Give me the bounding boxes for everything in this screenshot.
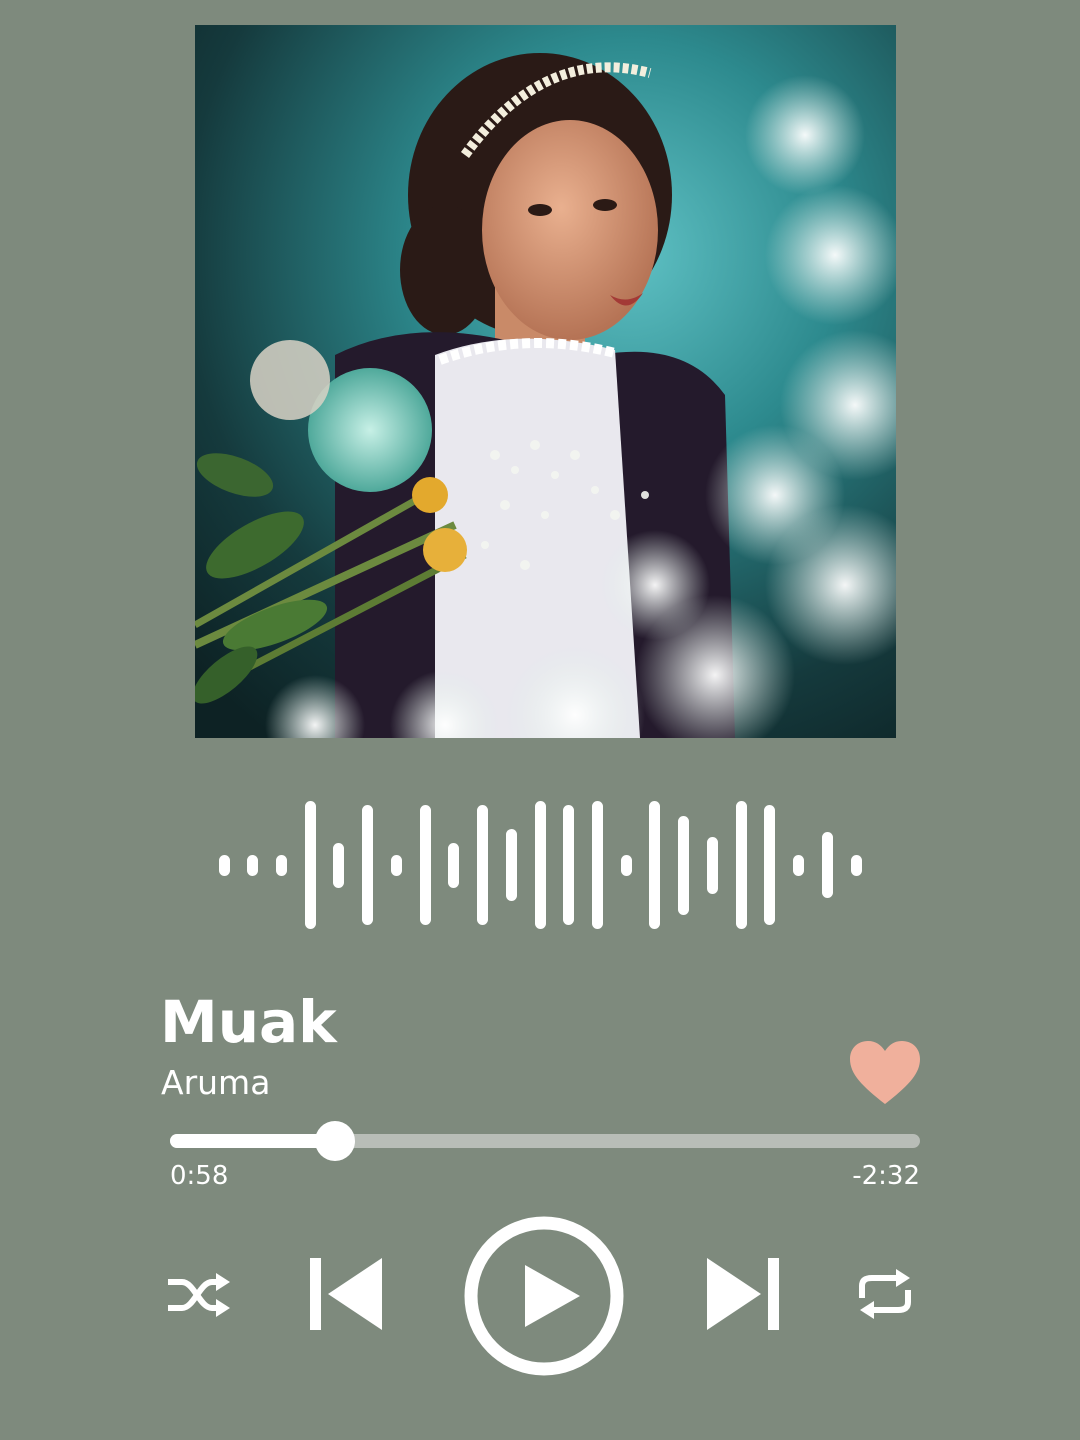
remaining-time: -2:32	[852, 1161, 920, 1191]
waveform-bar	[448, 842, 460, 888]
waveform-bar	[620, 854, 632, 876]
waveform-bar	[247, 854, 259, 876]
waveform-bar	[275, 854, 287, 876]
shuffle-icon	[168, 1273, 230, 1317]
previous-button[interactable]	[308, 1258, 384, 1330]
repeat-button[interactable]	[856, 1268, 914, 1320]
album-cover	[195, 25, 896, 738]
waveform-bar	[477, 805, 489, 925]
waveform-bar	[333, 842, 345, 888]
skip-next-icon	[707, 1258, 779, 1330]
play-icon	[464, 1216, 624, 1376]
waveform-bar	[764, 805, 776, 925]
heart-icon	[850, 1041, 920, 1104]
waveform-bar	[735, 801, 747, 929]
shuffle-button[interactable]	[166, 1270, 232, 1320]
track-title: Muak	[160, 988, 337, 1056]
waveform-bar	[419, 805, 431, 925]
like-button[interactable]	[848, 1040, 922, 1106]
play-button[interactable]	[463, 1215, 625, 1377]
waveform-bar	[649, 801, 661, 929]
album-cover-image	[195, 25, 896, 738]
audio-waveform	[200, 780, 880, 950]
waveform-bar	[793, 854, 805, 876]
waveform-bar	[534, 801, 546, 929]
waveform-bar	[218, 854, 230, 876]
progress-fill	[170, 1134, 335, 1148]
waveform-bar	[390, 854, 402, 876]
waveform-bar	[563, 805, 575, 925]
waveform-bar	[850, 854, 862, 876]
progress-knob[interactable]	[315, 1121, 355, 1161]
waveform-bar	[591, 801, 603, 929]
waveform-bar	[706, 836, 718, 894]
skip-previous-icon	[310, 1258, 382, 1330]
repeat-icon	[859, 1269, 911, 1319]
waveform-bar	[304, 801, 316, 929]
elapsed-time: 0:58	[170, 1161, 229, 1191]
progress-bar[interactable]	[170, 1121, 920, 1161]
waveform-bar	[821, 832, 833, 898]
track-artist: Aruma	[161, 1063, 271, 1102]
next-button[interactable]	[705, 1258, 781, 1330]
waveform-bar	[362, 805, 374, 925]
waveform-bar	[505, 829, 517, 901]
waveform-bar	[678, 815, 690, 915]
